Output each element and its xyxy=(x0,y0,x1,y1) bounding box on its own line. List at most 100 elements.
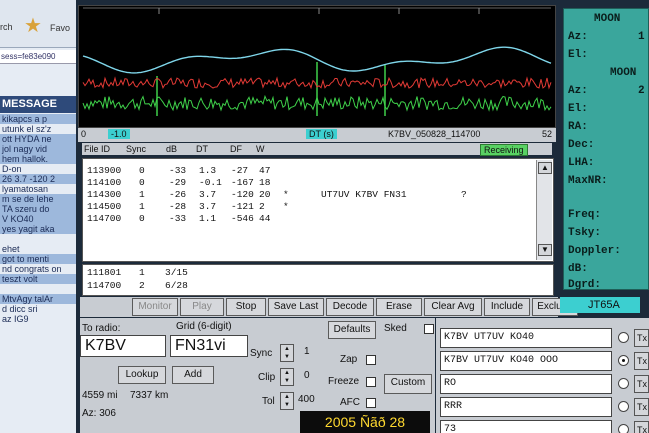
freeze-label: Freeze xyxy=(328,376,360,387)
include-button[interactable]: Include xyxy=(484,298,530,316)
table-row[interactable]: 114100 0 -29 -0.1 -167 18 xyxy=(85,177,535,189)
chat-line: jol nagy vid xyxy=(0,144,76,154)
spectrum-marker: -1.0 xyxy=(108,129,130,139)
chat-line xyxy=(0,284,76,294)
col-sync: Sync xyxy=(126,144,147,154)
cell-dt: 3.7 xyxy=(199,201,217,212)
astro-data-panel: MOON Az: 1 El: MOON Az: 2 El: RA: Dec: L… xyxy=(563,8,649,291)
cell-db: -33 xyxy=(169,213,187,224)
search-button-label[interactable]: rch xyxy=(0,22,13,32)
stop-button[interactable]: Stop xyxy=(226,298,266,316)
cell-sync: 0 xyxy=(139,213,145,224)
message-header: MESSAGE xyxy=(0,96,76,113)
decode-table-scrollbar[interactable]: ▲ ▼ xyxy=(536,160,552,260)
tx-message-4[interactable]: RRR xyxy=(440,397,612,417)
tx-message-5[interactable]: 73 xyxy=(440,420,612,433)
az-label-1: Az: xyxy=(568,31,588,43)
add-button[interactable]: Add xyxy=(172,366,214,384)
maxnr-label: MaxNR: xyxy=(568,175,608,187)
cell-db: -33 xyxy=(169,165,187,176)
tx-select-radio[interactable] xyxy=(618,378,629,389)
clear-avg-button[interactable]: Clear Avg xyxy=(424,298,482,316)
tx-message-1[interactable]: K7BV UT7UV KO40 xyxy=(440,328,612,348)
freeze-checkbox[interactable] xyxy=(366,377,376,387)
address-bar[interactable]: sess=fe83e090 xyxy=(0,50,76,64)
cell-sync: 1 xyxy=(139,201,145,212)
cell-sync: 1 xyxy=(139,267,145,278)
clip-value: 0 xyxy=(304,370,310,381)
sked-label: Sked xyxy=(384,323,407,334)
decode-button[interactable]: Decode xyxy=(326,298,374,316)
browser-window: rch ★ Favo sess=fe83e090 MESSAGE kikapcs… xyxy=(0,0,76,433)
favorites-star-icon[interactable]: ★ xyxy=(24,16,42,36)
cell-id: 111801 xyxy=(87,267,122,278)
dt-axis-label: DT (s) xyxy=(306,129,337,139)
to-radio-field[interactable]: K7BV xyxy=(80,335,166,357)
table-row[interactable]: 113900 0 -33 1.3 -27 47 xyxy=(85,165,535,177)
decode-table[interactable]: 113900 0 -33 1.3 -27 47 114100 0 -29 -0.1 -167 18 11… xyxy=(82,158,554,262)
moon-title: MOON xyxy=(594,13,621,25)
table-row[interactable]: 114300 1 -26 3.7 -120 20 * UT7UV K7BV FN31? xyxy=(85,189,535,201)
cell-frac: 3/15 xyxy=(165,267,188,278)
cell-df: -546 xyxy=(231,213,254,224)
db-label: dB: xyxy=(568,263,588,275)
tx-button[interactable]: Tx xyxy=(634,375,649,393)
spectrum-axis-start: 0 xyxy=(81,129,87,139)
table-row[interactable]: 114500 1 -28 3.7 -121 2 * xyxy=(85,201,535,213)
spectrum-display[interactable] xyxy=(78,5,556,128)
custom-button[interactable]: Custom xyxy=(384,374,432,394)
tx-select-radio[interactable] xyxy=(618,355,629,366)
tx-button[interactable]: Tx xyxy=(634,398,649,416)
cell-sync: 0 xyxy=(139,177,145,188)
moon-title-2: MOON xyxy=(610,67,637,79)
cell-df: -120 xyxy=(231,189,254,200)
sked-checkbox[interactable] xyxy=(424,324,434,334)
tx-button[interactable]: Tx xyxy=(634,421,649,433)
to-radio-label: To radio: xyxy=(82,323,121,334)
chat-line: nd congrats on xyxy=(2,264,62,274)
cell-dt: 1.3 xyxy=(199,165,217,176)
cell-dt: 1.1 xyxy=(199,213,217,224)
afc-checkbox[interactable] xyxy=(366,398,376,408)
table-row[interactable]: 114700 0 -33 1.1 -546 44 xyxy=(85,213,535,225)
save-last-button[interactable]: Save Last xyxy=(268,298,324,316)
distance-mi: 4559 mi xyxy=(82,390,118,401)
erase-button[interactable]: Erase xyxy=(376,298,422,316)
cell-w: 47 xyxy=(259,165,271,176)
scroll-down-icon[interactable]: ▼ xyxy=(538,244,552,256)
tx-button[interactable]: Tx xyxy=(634,352,649,370)
tx-message-3[interactable]: RO xyxy=(440,374,612,394)
sync-value: 1 xyxy=(304,346,310,357)
date-display: 2005 Ñãð 28 xyxy=(300,411,430,433)
spectrum-filename: K7BV_050828_114700 xyxy=(388,129,481,139)
dgrd-label: Dgrd: xyxy=(568,279,602,291)
tx-select-radio[interactable] xyxy=(618,424,629,433)
sync-spinner-icon[interactable]: ▲ ▼ xyxy=(280,344,294,362)
play-button[interactable]: Play xyxy=(180,298,224,316)
tx-message-2[interactable]: K7BV UT7UV KO40 OOO xyxy=(440,351,612,371)
sync-label: Sync xyxy=(250,348,273,359)
monitor-button[interactable]: Monitor xyxy=(132,298,178,316)
clip-spinner-icon[interactable]: ▲ ▼ xyxy=(280,368,294,386)
cell-mark: * xyxy=(283,189,289,200)
cell-id: 114500 xyxy=(87,201,122,212)
grid-field[interactable]: FN31vi xyxy=(170,335,248,357)
tx-select-radio[interactable] xyxy=(618,401,629,412)
afc-label: AFC xyxy=(340,397,360,408)
zap-checkbox[interactable] xyxy=(366,355,376,365)
az-value-2: 2 xyxy=(638,85,645,97)
cell-df: -27 xyxy=(231,165,249,176)
col-file-id: File ID xyxy=(84,144,111,154)
table-row[interactable]: 111801 1 3/15 xyxy=(85,267,285,279)
scroll-up-icon[interactable]: ▲ xyxy=(538,162,552,174)
tol-spinner-icon[interactable]: ▲ ▼ xyxy=(280,392,294,410)
defaults-button[interactable]: Defaults xyxy=(328,321,376,339)
lookup-button[interactable]: Lookup xyxy=(118,366,166,384)
table-row[interactable]: 114700 2 6/28 xyxy=(85,280,285,292)
average-table[interactable]: 111801 1 3/15 114700 2 6/28 xyxy=(82,264,554,296)
favorites-button-label[interactable]: Favo xyxy=(50,23,70,33)
tx-button[interactable]: Tx xyxy=(634,329,649,347)
el-label-1: El: xyxy=(568,49,588,61)
tx-select-radio[interactable] xyxy=(618,332,629,343)
zap-label: Zap xyxy=(340,354,358,365)
